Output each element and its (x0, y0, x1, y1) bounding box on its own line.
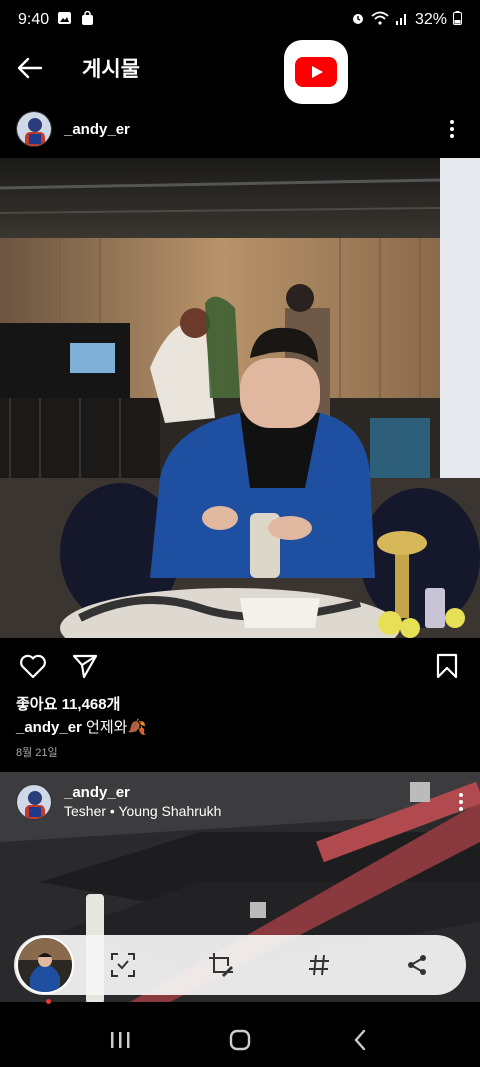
share-button[interactable] (70, 651, 100, 681)
post-actions (0, 646, 480, 686)
more-vertical-icon (459, 793, 463, 811)
shopping-bag-icon (80, 10, 95, 30)
scan-text-icon (111, 953, 135, 977)
share-alt-button[interactable] (368, 935, 466, 995)
system-nav-bar (0, 1012, 480, 1067)
crop-edit-button[interactable] (172, 935, 270, 995)
save-button[interactable] (432, 651, 462, 681)
avatar[interactable] (16, 784, 52, 820)
heart-icon (20, 654, 46, 679)
youtube-shortcut[interactable] (284, 40, 348, 104)
likes-count[interactable]: 좋아요 11,468개 (16, 693, 120, 714)
post-username[interactable]: _andy_er (64, 121, 130, 138)
caption-username[interactable]: _andy_er (16, 719, 82, 736)
home-icon (229, 1029, 251, 1050)
post-date: 8월 21일 (16, 747, 58, 759)
more-button[interactable] (440, 117, 464, 141)
next-post-username[interactable]: _andy_er (64, 784, 221, 802)
youtube-icon (295, 57, 337, 87)
image-icon (57, 11, 72, 30)
bookmark-icon (436, 653, 458, 679)
recent-apps-icon (111, 1031, 130, 1048)
send-icon (72, 654, 98, 679)
recent-apps-button[interactable] (100, 1020, 140, 1060)
crop-edit-icon (209, 953, 233, 977)
alarm-icon (351, 11, 365, 30)
hashtag-button[interactable] (270, 935, 368, 995)
back-button[interactable] (0, 40, 60, 96)
caption: _andy_er 언제와🍂 (16, 716, 146, 737)
avatar[interactable] (16, 111, 52, 147)
wifi-icon (371, 11, 389, 30)
battery-percent: 32% (414, 11, 447, 28)
screenshot-toolbar (14, 935, 466, 995)
hashtag-icon (309, 954, 329, 976)
next-post-more-button[interactable] (458, 792, 464, 817)
like-button[interactable] (18, 651, 48, 681)
system-back-button[interactable] (340, 1020, 380, 1060)
status-bar: 9:40 32% (0, 0, 480, 40)
next-post-music[interactable]: Tesher • Young Shahrukh (64, 802, 221, 820)
post-photo[interactable] (0, 158, 480, 638)
caption-text: 언제와🍂 (81, 719, 147, 736)
arrow-left-icon (17, 57, 43, 79)
share-nodes-icon (408, 955, 426, 975)
app-header: 게시물 (0, 40, 480, 104)
more-vertical-icon (450, 120, 454, 138)
chevron-left-icon (354, 1029, 366, 1050)
status-time: 9:40 (18, 11, 50, 28)
signal-icon (395, 11, 409, 30)
screenshot-thumbnail[interactable] (16, 936, 74, 994)
home-button[interactable] (220, 1020, 260, 1060)
scan-text-button[interactable] (74, 935, 172, 995)
post-header: _andy_er (0, 104, 480, 154)
page-title: 게시물 (82, 58, 140, 81)
battery-icon (453, 10, 462, 30)
next-post-header: _andy_er Tesher • Young Shahrukh (16, 784, 221, 820)
notification-dot (46, 999, 51, 1004)
